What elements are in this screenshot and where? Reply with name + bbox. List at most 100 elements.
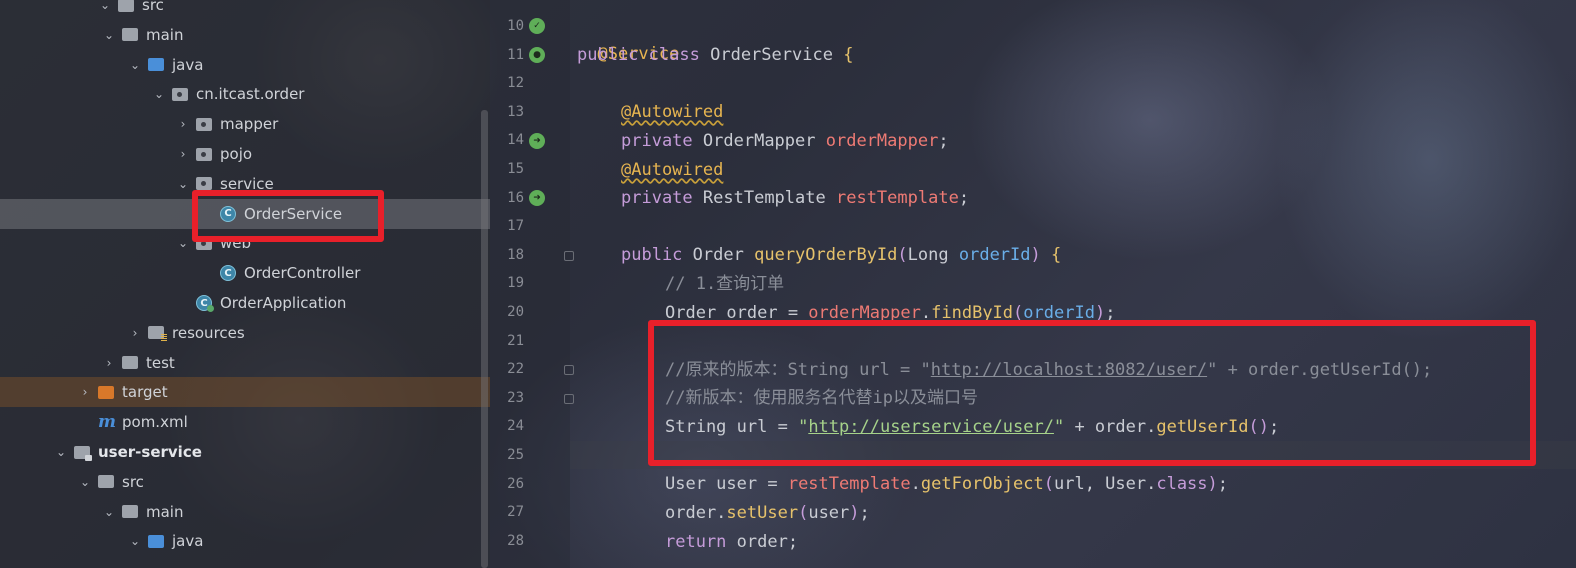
- chevron-down-icon[interactable]: ⌄: [176, 177, 190, 191]
- chevron-down-icon[interactable]: ⌄: [152, 87, 166, 101]
- code-line-27[interactable]: order.setUser(user);: [665, 499, 870, 527]
- autowired-nav-icon[interactable]: ➜: [529, 133, 545, 149]
- chevron-right-icon[interactable]: ›: [128, 326, 142, 340]
- project-tool-window[interactable]: ⌄ src ⌄ main ⌄ java ⌄ cn.itcast.order › mapper › po…: [0, 0, 490, 568]
- method-setuser: setUser: [726, 503, 799, 523]
- code-line-15[interactable]: @Autowired: [621, 156, 723, 184]
- folder-icon: [122, 505, 138, 519]
- tree-item-label: target: [122, 383, 168, 402]
- tree-item-label: src: [122, 472, 144, 491]
- fold-marker-icon-2[interactable]: [564, 365, 574, 375]
- class-icon: C: [220, 265, 236, 282]
- return-order: order;: [726, 532, 799, 552]
- tree-item-java[interactable]: ⌄ java: [0, 50, 490, 80]
- tree-item-ordercontroller[interactable]: C OrderController: [0, 258, 490, 288]
- code-line-19[interactable]: // 1.查询订单: [665, 270, 784, 298]
- autowired-nav-icon-2[interactable]: ➜: [529, 190, 545, 206]
- tree-item-cn-itcast-order[interactable]: ⌄ cn.itcast.order: [0, 79, 490, 109]
- spring-app-class-icon: C: [196, 295, 214, 312]
- fold-marker-icon[interactable]: [564, 251, 574, 261]
- line-number: 10: [507, 18, 524, 34]
- method-queryorderbyid: queryOrderById: [754, 245, 898, 265]
- chevron-down-icon[interactable]: ⌄: [98, 0, 112, 12]
- project-scrollbar[interactable]: [481, 110, 488, 568]
- line-number: 28: [507, 532, 524, 549]
- line-number: 19: [507, 275, 524, 292]
- code-line-14[interactable]: private OrderMapper orderMapper;: [621, 127, 949, 155]
- tree-item-target[interactable]: › target: [0, 377, 490, 408]
- tree-item-test[interactable]: › test: [0, 348, 490, 378]
- chevron-down-icon[interactable]: ⌄: [102, 28, 116, 42]
- tree-item-mapper[interactable]: › mapper: [0, 109, 490, 139]
- spring-bean-icon[interactable]: ●: [529, 47, 545, 63]
- chevron-down-icon[interactable]: ⌄: [128, 58, 142, 72]
- field-ordermapper: orderMapper: [825, 131, 939, 151]
- kw-public: public: [577, 45, 639, 65]
- highlight-box-url-change: [648, 320, 1536, 466]
- code-line-11[interactable]: public class OrderService {: [577, 41, 853, 69]
- code-line-13[interactable]: @Autowired: [621, 98, 723, 126]
- kw-private-2: private: [621, 188, 693, 208]
- chevron-down-icon[interactable]: ⌄: [78, 475, 92, 489]
- tree-item-user-service[interactable]: ⌄ user-service: [0, 437, 490, 467]
- code-line-26[interactable]: User user = restTemplate.getForObject(ur…: [665, 470, 1228, 498]
- tree-item-resources[interactable]: › resources: [0, 318, 490, 348]
- line-number: 17: [507, 218, 524, 235]
- chevron-down-icon[interactable]: ⌄: [54, 445, 68, 459]
- line-number: 13: [507, 103, 524, 120]
- tree-item-pojo[interactable]: › pojo: [0, 139, 490, 169]
- tree-item-label: main: [146, 25, 184, 44]
- method-getforobject: getForObject: [920, 474, 1044, 494]
- tree-item-main[interactable]: ⌄ main: [0, 497, 490, 527]
- tree-item-label: resources: [172, 323, 245, 342]
- chevron-down-icon[interactable]: ⌄: [176, 236, 190, 250]
- resources-icon: [148, 326, 167, 342]
- tree-item-label: cn.itcast.order: [196, 85, 305, 104]
- semicolon: ;: [938, 131, 949, 151]
- tree-item-label: java: [172, 55, 204, 74]
- tree-item-pom-xml[interactable]: m pom.xml: [0, 407, 490, 437]
- package-icon: [196, 117, 212, 131]
- param-type: Long: [907, 245, 949, 265]
- code-line-18[interactable]: public Order queryOrderById(Long orderId…: [621, 241, 1061, 269]
- decl-user: User user =: [665, 474, 788, 494]
- tree-item-label: mapper: [220, 115, 279, 134]
- semicolon-2: ;: [958, 188, 970, 208]
- code-line-28[interactable]: return order;: [665, 528, 798, 556]
- tree-item-orderapplication[interactable]: C OrderApplication: [0, 288, 490, 318]
- annotation-autowired-2: @Autowired: [621, 160, 724, 180]
- bean-check-icon[interactable]: ✓: [529, 18, 545, 34]
- annotation-autowired: @Autowired: [621, 102, 724, 122]
- chevron-down-icon[interactable]: ⌄: [102, 505, 116, 519]
- line-number: 12: [507, 75, 524, 92]
- open-brace-2: {: [1051, 245, 1062, 265]
- chevron-right-icon[interactable]: ›: [176, 147, 190, 161]
- code-line-16[interactable]: private RestTemplate restTemplate;: [621, 184, 969, 212]
- chevron-down-icon[interactable]: ⌄: [128, 534, 142, 548]
- tree-item-src[interactable]: ⌄ src: [0, 0, 490, 20]
- tree-item-label: OrderApplication: [220, 294, 347, 312]
- folder-icon: [122, 28, 138, 42]
- line-number: 24: [507, 418, 524, 435]
- tree-item-label: user-service: [98, 443, 202, 461]
- tree-item-src[interactable]: ⌄ src: [0, 467, 490, 497]
- chevron-right-icon[interactable]: ›: [102, 356, 116, 370]
- ref-resttemplate: restTemplate: [787, 474, 911, 494]
- kw-public-2: public: [621, 245, 683, 265]
- folder-orange-icon: [98, 385, 114, 399]
- chevron-right-icon[interactable]: ›: [78, 385, 92, 399]
- line-number: 14: [507, 132, 524, 149]
- chevron-right-icon[interactable]: ›: [176, 117, 190, 131]
- line-number: 22: [507, 361, 524, 378]
- tree-item-label: test: [146, 353, 175, 372]
- code-line-10[interactable]: @Service: [577, 12, 679, 64]
- tree-item-java[interactable]: ⌄ java: [0, 526, 490, 556]
- fold-marker-icon-3[interactable]: [564, 394, 574, 404]
- paren-open: (: [897, 245, 908, 265]
- line-number: 20: [507, 304, 524, 320]
- folder-icon: [118, 0, 134, 12]
- return-type: Order: [692, 245, 744, 265]
- line-number: 11: [507, 46, 524, 63]
- folder-icon: [122, 356, 138, 370]
- tree-item-main[interactable]: ⌄ main: [0, 20, 490, 50]
